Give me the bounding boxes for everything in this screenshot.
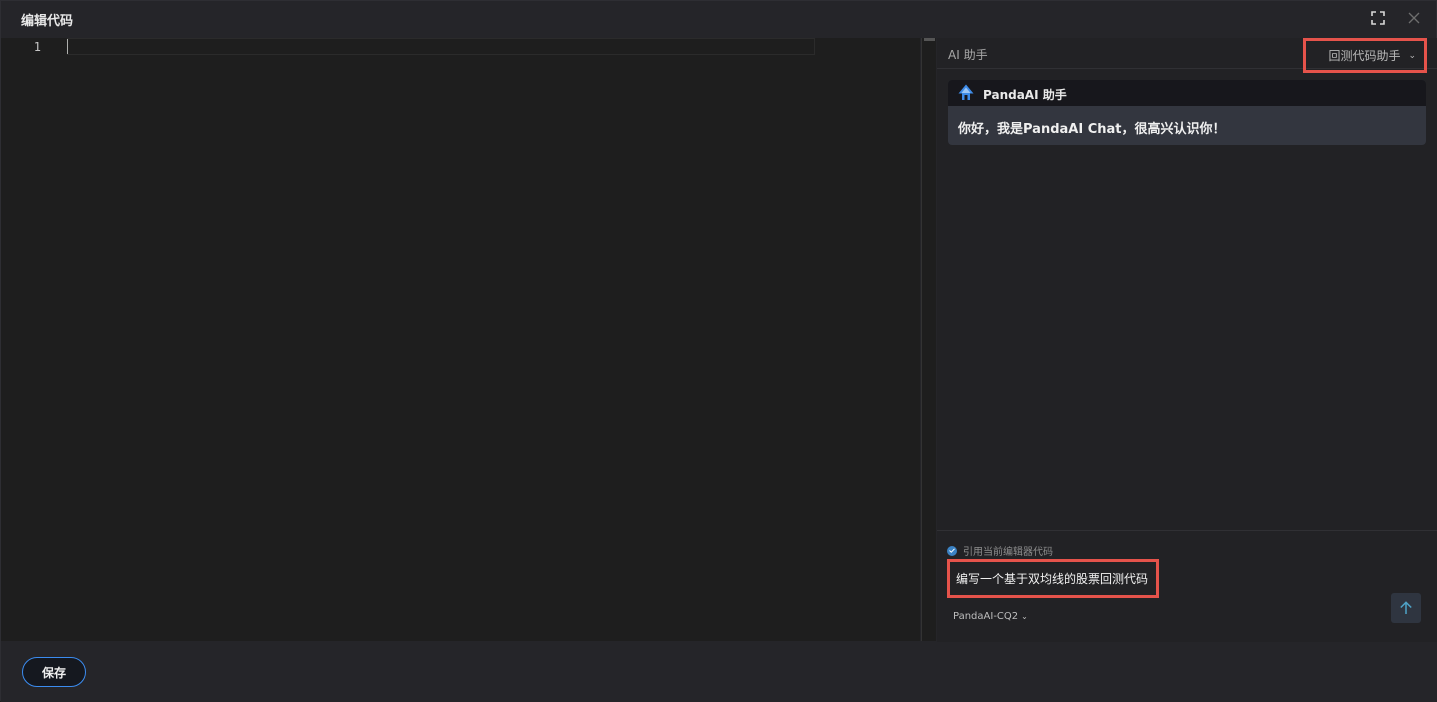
assistant-mode-label: 回测代码助手 bbox=[1328, 49, 1401, 63]
send-button[interactable] bbox=[1391, 593, 1421, 623]
dialog-footer: 保存 bbox=[1, 642, 1437, 702]
fullscreen-icon bbox=[1371, 11, 1385, 25]
reference-label: 引用当前编辑器代码 bbox=[963, 547, 1053, 558]
prompt-text: 编写一个基于双均线的股票回测代码 bbox=[956, 572, 1149, 586]
line-number: 1 bbox=[33, 40, 41, 54]
bot-name: PandaAI 助手 bbox=[983, 88, 1067, 102]
ai-assistant-panel: AI 助手 回测代码助手 ⌄ PandaAI 助手 你好，我是PandaAI C… bbox=[937, 38, 1437, 642]
code-input-area[interactable] bbox=[67, 38, 907, 628]
chat-prompt-input[interactable]: 编写一个基于双均线的股票回测代码 bbox=[947, 559, 1159, 598]
chat-message-card: PandaAI 助手 你好，我是PandaAI Chat，很高兴认识你！ bbox=[948, 80, 1426, 145]
ai-panel-title: AI 助手 bbox=[948, 48, 988, 62]
code-editor[interactable]: 1 bbox=[1, 38, 920, 641]
fullscreen-button[interactable] bbox=[1369, 9, 1387, 27]
line-number-gutter: 1 bbox=[1, 38, 63, 641]
editor-scrollbar[interactable] bbox=[921, 38, 936, 641]
chat-input-area: 引用当前编辑器代码 编写一个基于双均线的股票回测代码 PandaAI-CQ2 ⌄ bbox=[937, 530, 1437, 642]
assistant-mode-select[interactable]: 回测代码助手 ⌄ bbox=[1303, 38, 1427, 73]
arrow-up-icon bbox=[1400, 601, 1412, 614]
chevron-down-icon: ⌄ bbox=[1021, 612, 1028, 621]
save-button[interactable]: 保存 bbox=[22, 657, 86, 687]
dialog-header: 编辑代码 bbox=[1, 1, 1436, 37]
scrollbar-thumb[interactable] bbox=[924, 38, 935, 41]
pandaai-logo-icon bbox=[958, 84, 974, 100]
chat-card-header: PandaAI 助手 bbox=[948, 80, 1426, 106]
reference-editor-code-toggle[interactable]: 引用当前编辑器代码 bbox=[947, 543, 1053, 558]
model-select[interactable]: PandaAI-CQ2 ⌄ bbox=[953, 611, 1028, 622]
check-circle-icon bbox=[947, 545, 957, 556]
edit-code-dialog: 编辑代码 1 AI 助手 回测代码助手 ⌄ PandaAI 助手 你好，我是Pa… bbox=[0, 0, 1437, 702]
chevron-down-icon: ⌄ bbox=[1408, 50, 1416, 61]
close-icon bbox=[1408, 12, 1420, 24]
chat-message-text: 你好，我是PandaAI Chat，很高兴认识你！ bbox=[958, 122, 1226, 137]
model-label: PandaAI-CQ2 bbox=[953, 611, 1019, 622]
ai-panel-header: AI 助手 回测代码助手 ⌄ bbox=[937, 38, 1437, 73]
dialog-title: 编辑代码 bbox=[21, 14, 74, 29]
close-button[interactable] bbox=[1405, 9, 1423, 27]
